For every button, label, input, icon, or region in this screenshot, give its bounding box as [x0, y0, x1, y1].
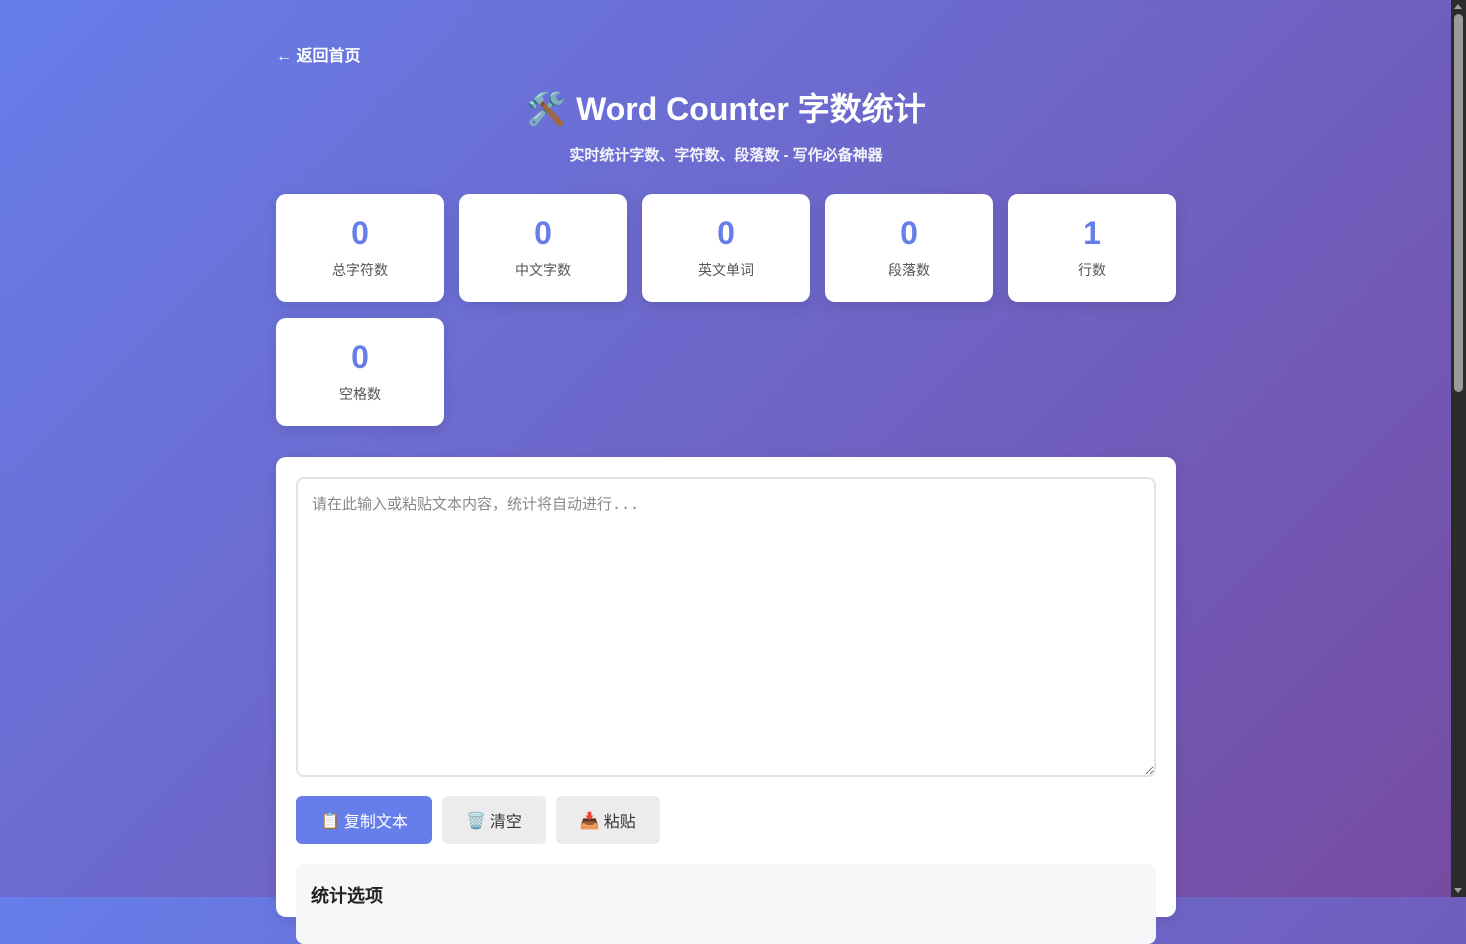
scroll-up-arrow-icon[interactable]: [1454, 4, 1462, 9]
trash-icon: 🗑️: [465, 810, 486, 830]
stat-label: 英文单词: [698, 262, 754, 278]
hero-header: 🛠️ Word Counter 字数统计 实时统计字数、字符数、段落数 - 写作…: [276, 86, 1176, 165]
scrollbar-thumb[interactable]: [1454, 14, 1463, 392]
page-title-text: Word Counter 字数统计: [576, 91, 926, 127]
paste-button[interactable]: 📥 粘贴: [555, 796, 660, 844]
tools-icon: 🛠️: [526, 90, 567, 128]
inbox-icon: 📥: [579, 810, 600, 830]
stats-grid: 0 总字符数 0 中文字数 0 英文单词 0 段落数 1 行数 0 空格数: [276, 194, 1176, 426]
stat-card-paragraphs: 0 段落数: [825, 194, 993, 302]
options-title: 统计选项: [311, 886, 383, 906]
editor-card: 📋 复制文本 🗑️ 清空 📥 粘贴 统计选项: [276, 457, 1176, 944]
scroll-down-arrow-icon[interactable]: [1454, 888, 1462, 893]
stat-value: 1: [1083, 215, 1101, 251]
action-buttons: 📋 复制文本 🗑️ 清空 📥 粘贴: [296, 796, 660, 844]
stat-label: 空格数: [339, 386, 381, 402]
stat-label: 段落数: [888, 262, 930, 278]
text-input[interactable]: [296, 477, 1156, 777]
stat-value: 0: [534, 215, 552, 251]
stat-card-english-words: 0 英文单词: [642, 194, 810, 302]
page-title: 🛠️ Word Counter 字数统计: [276, 86, 1176, 132]
page-scrollbar[interactable]: [1451, 0, 1466, 897]
clear-label: 清空: [489, 814, 522, 831]
stat-value: 0: [717, 215, 735, 251]
clipboard-icon: 📋: [320, 810, 340, 830]
stat-label: 总字符数: [332, 262, 388, 278]
back-home-link[interactable]: ← 返回首页: [276, 42, 360, 66]
clear-button[interactable]: 🗑️ 清空: [441, 796, 546, 844]
options-panel: 统计选项: [296, 864, 1156, 944]
stat-value: 0: [351, 339, 369, 375]
stat-value: 0: [351, 215, 369, 251]
page-subtitle: 实时统计字数、字符数、段落数 - 写作必备神器: [569, 147, 883, 164]
stat-card-lines: 1 行数: [1008, 194, 1176, 302]
copy-text-label: 复制文本: [343, 814, 408, 831]
stat-card-chinese-chars: 0 中文字数: [459, 194, 627, 302]
copy-text-button[interactable]: 📋 复制文本: [296, 796, 432, 844]
stat-label: 行数: [1078, 262, 1106, 278]
stat-value: 0: [900, 215, 918, 251]
stat-card-total-chars: 0 总字符数: [276, 194, 444, 302]
paste-label: 粘贴: [603, 814, 636, 831]
stat-card-spaces: 0 空格数: [276, 318, 444, 426]
stat-label: 中文字数: [515, 262, 571, 278]
